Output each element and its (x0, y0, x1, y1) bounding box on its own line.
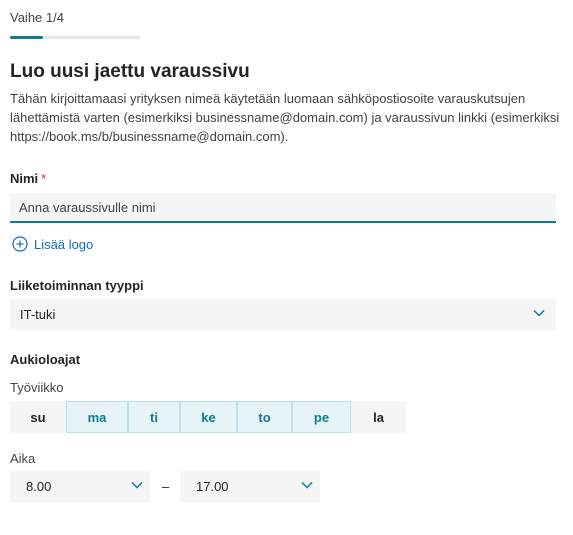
step-label: Vaihe 1/4 (10, 10, 64, 25)
chevron-down-icon (532, 306, 546, 323)
day-label: ti (150, 409, 158, 425)
progress-bar (10, 36, 140, 39)
end-time-value: 17.00 (196, 479, 229, 494)
name-input[interactable] (10, 193, 556, 223)
chevron-down-icon (130, 478, 144, 495)
time-label: Aika (10, 451, 36, 466)
day-label: ma (87, 409, 107, 425)
day-label: ke (201, 409, 216, 425)
workweek-day-picker: su ma ti ke to pe la (10, 401, 406, 433)
business-type-value: IT-tuki (20, 307, 56, 322)
start-time-value: 8.00 (26, 479, 52, 494)
hours-title: Aukioloajat (10, 352, 81, 367)
day-label: su (30, 409, 46, 425)
business-type-label: Liiketoiminnan tyyppi (10, 278, 144, 293)
page-title: Luo uusi jaettu varaussivu (10, 61, 250, 82)
page-description: Tähän kirjoittamaasi yrityksen nimeä käy… (10, 91, 560, 144)
day-toggle-su[interactable]: su (10, 401, 66, 433)
business-type-dropdown[interactable]: IT-tuki (10, 299, 556, 330)
day-toggle-la[interactable]: la (351, 401, 406, 433)
day-toggle-ti[interactable]: ti (128, 401, 180, 433)
plus-circle-icon (12, 236, 28, 252)
day-label: to (258, 409, 271, 425)
name-label-text: Nimi (10, 171, 39, 186)
workweek-label: Työviikko (10, 380, 64, 395)
start-time-dropdown[interactable]: 8.00 (10, 471, 150, 502)
day-toggle-pe[interactable]: pe (292, 401, 351, 433)
day-label: pe (313, 409, 330, 425)
add-logo-button[interactable]: Lisää logo (12, 236, 93, 252)
time-separator: – (162, 479, 170, 494)
add-logo-label: Lisää logo (34, 236, 94, 252)
progress-fill (10, 36, 43, 39)
day-toggle-ma[interactable]: ma (66, 401, 128, 433)
end-time-dropdown[interactable]: 17.00 (180, 471, 320, 502)
required-asterisk: * (41, 171, 47, 186)
chevron-down-icon (300, 478, 314, 495)
day-label: la (373, 409, 384, 425)
day-toggle-ke[interactable]: ke (180, 401, 237, 433)
day-toggle-to[interactable]: to (237, 401, 292, 433)
name-label: Nimi * (10, 171, 46, 186)
